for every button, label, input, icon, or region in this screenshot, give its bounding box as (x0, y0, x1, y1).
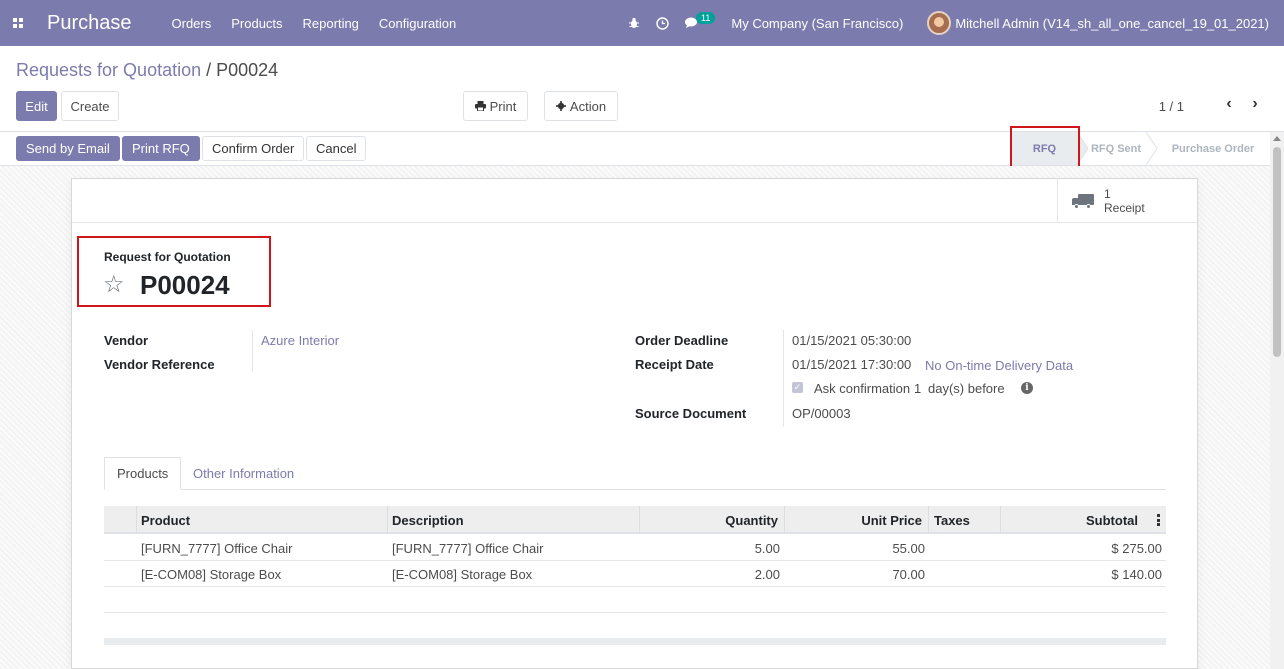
user-menu[interactable]: Mitchell Admin (V14_sh_all_one_cancel_19… (955, 16, 1269, 31)
menu-products[interactable]: Products (231, 16, 282, 31)
clock-icon[interactable] (656, 16, 669, 30)
company-switcher[interactable]: My Company (San Francisco) (731, 16, 903, 31)
table-row-empty (104, 587, 1166, 613)
cell-unit-price: 55.00 (892, 540, 925, 556)
cell-product: [FURN_7777] Office Chair (141, 540, 293, 556)
print-label: Print (489, 98, 517, 114)
action-label: Action (569, 98, 607, 114)
table-footer (104, 638, 1166, 645)
column-unit-price[interactable]: Unit Price (785, 506, 929, 534)
source-document-label: Source Document (635, 406, 747, 421)
receipt-date-label: Receipt Date (635, 357, 714, 372)
scroll-thumb[interactable] (1273, 147, 1281, 357)
pager-next-icon[interactable]: › (1242, 95, 1268, 113)
control-panel: Requests for Quotation / P00024 Edit Cre… (0, 46, 1284, 132)
vendor-label: Vendor (104, 333, 149, 348)
cell-description: [FURN_7777] Office Chair (392, 540, 544, 556)
column-subtotal[interactable]: Subtotal (1001, 506, 1166, 534)
chat-icon[interactable]: 11 (685, 12, 716, 29)
receipt-date-field[interactable]: 01/15/2021 17:30:00 (792, 357, 911, 372)
receipt-smart-button[interactable]: 1 Receipt (1057, 179, 1197, 223)
stage-separator (1146, 132, 1158, 165)
table-header: Product Description Quantity Unit Price … (104, 506, 1166, 534)
info-icon[interactable]: i (1021, 382, 1033, 394)
column-description[interactable]: Description (388, 506, 640, 534)
menu-reporting[interactable]: Reporting (303, 16, 359, 31)
menu-configuration[interactable]: Configuration (379, 16, 456, 31)
order-deadline-field[interactable]: 01/15/2021 05:30:00 (792, 333, 911, 348)
source-document-field[interactable]: OP/00003 (792, 406, 851, 421)
statusbar: Send by Email Print RFQ Confirm Order Ca… (0, 132, 1284, 166)
field-separator (783, 330, 784, 427)
field-separator (252, 330, 253, 372)
tab-products[interactable]: Products (104, 457, 182, 490)
vendor-reference-label: Vendor Reference (104, 357, 215, 372)
cancel-button[interactable]: Cancel (306, 136, 367, 161)
print-button[interactable]: Print (463, 91, 528, 121)
ask-days-suffix: day(s) before (928, 381, 1005, 396)
order-deadline-label: Order Deadline (635, 333, 729, 348)
print-rfq-button[interactable]: Print RFQ (122, 136, 200, 161)
edit-button[interactable]: Edit (16, 91, 57, 121)
table-row[interactable]: [FURN_7777] Office Chair [FURN_7777] Off… (104, 535, 1166, 561)
cell-quantity: 5.00 (754, 540, 780, 556)
breadcrumb-separator: / (201, 60, 217, 80)
bug-icon[interactable] (628, 17, 640, 29)
chat-badge: 11 (696, 12, 716, 24)
cell-subtotal: $ 140.00 (1111, 566, 1162, 582)
avatar[interactable] (927, 11, 952, 35)
column-product[interactable]: Product (137, 506, 388, 534)
app-brand[interactable]: Purchase (47, 12, 132, 35)
apps-icon[interactable] (0, 0, 36, 46)
cell-description: [E-COM08] Storage Box (392, 566, 533, 582)
breadcrumb-parent[interactable]: Requests for Quotation (16, 60, 201, 80)
pager-value[interactable]: 1 / 1 (1159, 99, 1184, 114)
action-button[interactable]: Action (544, 91, 618, 121)
breadcrumb: Requests for Quotation / P00024 (16, 60, 278, 81)
gear-icon (555, 101, 566, 111)
ask-confirmation-checkbox[interactable]: ✓ (792, 382, 803, 393)
delivery-data-link[interactable]: No On-time Delivery Data (925, 358, 1073, 373)
column-taxes[interactable]: Taxes (929, 506, 1001, 534)
vendor-field[interactable]: Azure Interior (261, 333, 339, 348)
cell-subtotal: $ 275.00 (1111, 540, 1162, 556)
ask-days-field[interactable]: 1 (914, 381, 921, 396)
title-highlight (77, 236, 271, 307)
smart-button-box: 1 Receipt (72, 179, 1197, 223)
scroll-up-icon[interactable] (1273, 136, 1281, 141)
pager-previous-icon[interactable]: ‹ (1216, 95, 1242, 113)
receipt-label: Receipt (1104, 201, 1145, 215)
breadcrumb-current: P00024 (216, 60, 279, 80)
scrollbar[interactable] (1270, 132, 1284, 669)
rfq-stage-highlight (1010, 126, 1080, 168)
top-navbar: Purchase Orders Products Reporting Confi… (0, 0, 1284, 46)
row-handle-header (104, 506, 137, 534)
receipt-count: 1 (1104, 187, 1111, 201)
create-button[interactable]: Create (61, 91, 119, 121)
menu-orders[interactable]: Orders (172, 16, 212, 31)
confirm-order-button[interactable]: Confirm Order (202, 136, 305, 161)
send-by-email-button[interactable]: Send by Email (16, 136, 120, 161)
printer-icon (474, 101, 486, 111)
truck-icon (1072, 193, 1094, 209)
column-quantity[interactable]: Quantity (640, 506, 785, 534)
cell-unit-price: 70.00 (892, 566, 925, 582)
stage-purchase-order[interactable]: Purchase Order (1164, 132, 1262, 165)
cell-quantity: 2.00 (754, 566, 780, 582)
ask-confirmation-label: Ask confirmation (814, 381, 911, 396)
cell-product: [E-COM08] Storage Box (141, 566, 282, 582)
table-row[interactable]: [E-COM08] Storage Box [E-COM08] Storage … (104, 561, 1166, 587)
column-options-icon[interactable] (1157, 514, 1160, 526)
stage-rfq-sent[interactable]: RFQ Sent (1085, 132, 1147, 165)
tab-other-information[interactable]: Other Information (181, 457, 306, 490)
